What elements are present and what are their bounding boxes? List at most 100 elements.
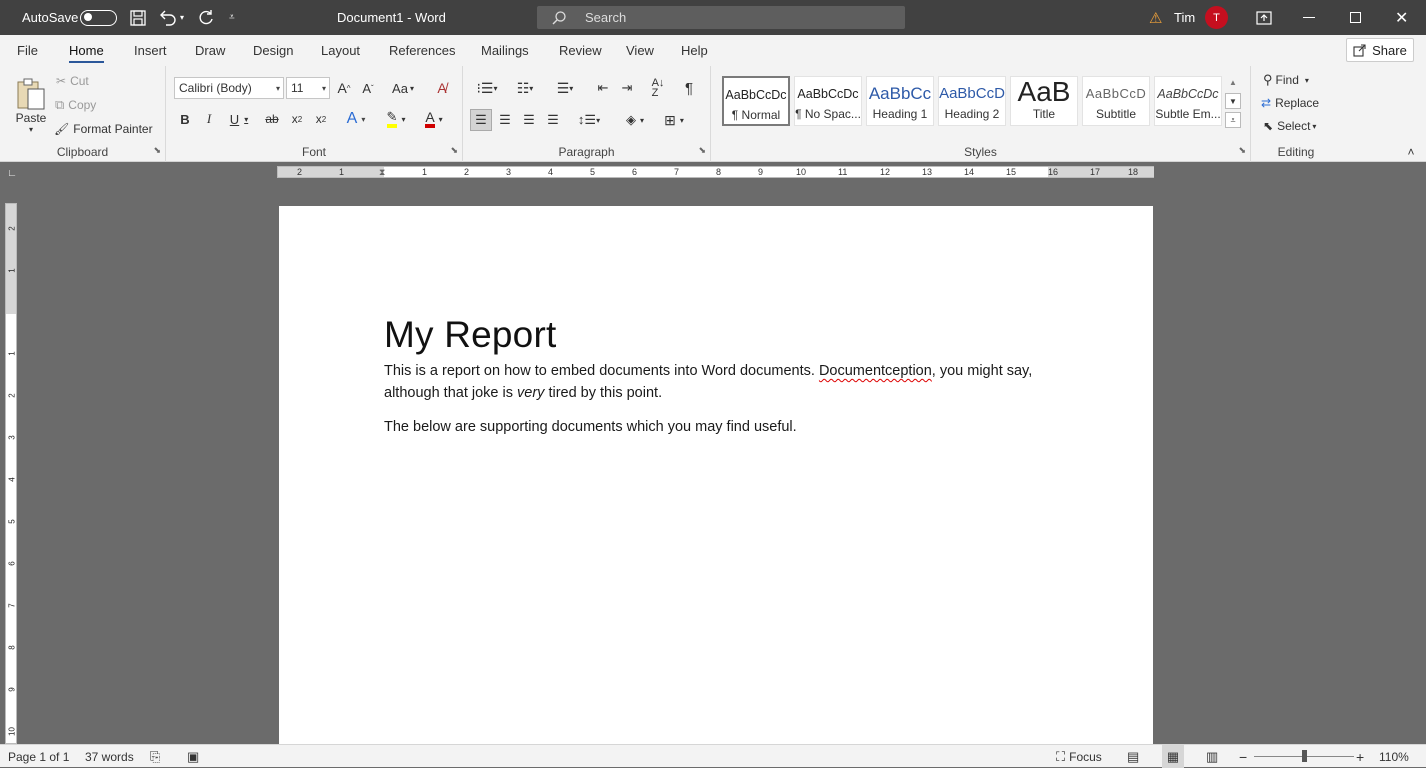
tab-insert[interactable]: Insert (134, 35, 167, 66)
document-page[interactable]: My Report This is a report on how to emb… (279, 206, 1153, 744)
collapse-ribbon-icon[interactable]: ˄ (1404, 145, 1418, 159)
copy-button[interactable]: ⧉ Copy (55, 96, 96, 114)
tab-review[interactable]: Review (559, 35, 602, 66)
shrink-font-icon[interactable]: Aˇ (358, 78, 378, 98)
misspelled-word[interactable]: Documentception (819, 363, 932, 379)
align-right-icon[interactable]: ☰ (519, 109, 539, 131)
line-spacing-icon[interactable]: ↕☰ ▾ (573, 109, 605, 131)
search-box[interactable]: Search (537, 6, 905, 29)
tab-mailings[interactable]: Mailings (481, 35, 529, 66)
style-heading-2[interactable]: AaBbCcD Heading 2 (938, 76, 1006, 126)
read-mode-icon[interactable]: ▤ (1127, 745, 1139, 768)
macro-recording-icon[interactable]: ▣ (187, 745, 199, 768)
maximize-icon[interactable] (1350, 0, 1361, 35)
page-count[interactable]: Page 1 of 1 (8, 745, 69, 768)
style-subtle-emphasis[interactable]: AaBbCcDc Subtle Em... (1154, 76, 1222, 126)
minimize-icon[interactable] (1303, 0, 1315, 35)
font-family-value: Calibri (Body) (179, 81, 252, 95)
tab-help[interactable]: Help (681, 35, 708, 66)
font-family-select[interactable]: Calibri (Body) ▾ (174, 77, 284, 99)
redo-icon[interactable] (197, 0, 215, 35)
bold-icon[interactable]: B (176, 109, 194, 129)
styles-scroll-up-icon[interactable]: ▲ (1225, 74, 1241, 90)
customize-toolbar-icon[interactable]: ⩡ (229, 0, 235, 35)
warning-icon[interactable]: ⚠ (1149, 0, 1162, 35)
tab-draw[interactable]: Draw (195, 35, 225, 66)
paragraph-1[interactable]: This is a report on how to embed documen… (384, 360, 1034, 404)
styles-more-icon[interactable]: ⩡ (1225, 112, 1241, 128)
numbering-icon[interactable]: ☷ ▾ (509, 78, 541, 98)
focus-button[interactable]: ⛶ Focus (1056, 745, 1102, 768)
style-subtitle[interactable]: AaBbCcD Subtitle (1082, 76, 1150, 126)
superscript-icon[interactable]: x2 (312, 109, 330, 129)
cut-button[interactable]: ✂ Cut (56, 72, 89, 90)
tab-file[interactable]: File (17, 35, 38, 66)
align-left-icon[interactable]: ☰ (470, 109, 492, 131)
zoom-slider-thumb[interactable] (1302, 750, 1307, 762)
web-layout-icon[interactable]: ▥ (1206, 745, 1218, 768)
paste-button[interactable]: Paste ▾ (10, 70, 52, 140)
save-icon[interactable] (129, 0, 147, 35)
zoom-in-icon[interactable]: + (1356, 745, 1364, 768)
font-launcher-icon[interactable]: ⬊ (450, 145, 458, 156)
tab-home[interactable]: Home (69, 35, 104, 66)
style-title[interactable]: AaB Title (1010, 76, 1078, 126)
document-title-text[interactable]: My Report (384, 314, 556, 356)
grow-font-icon[interactable]: A ^ (334, 78, 354, 98)
zoom-level[interactable]: 110% (1379, 745, 1409, 768)
justify-icon[interactable]: ☰ (543, 109, 563, 131)
tab-references[interactable]: References (389, 35, 455, 66)
align-center-icon[interactable]: ☰ (495, 109, 515, 131)
proofing-icon[interactable]: ⎘ (150, 745, 160, 768)
clipboard-launcher-icon[interactable]: ⬊ (153, 145, 161, 156)
strikethrough-icon[interactable]: ab (262, 109, 282, 129)
shading-icon[interactable]: ◈ ▾ (619, 109, 651, 131)
share-button[interactable]: Share (1346, 38, 1414, 62)
tab-view[interactable]: View (626, 35, 654, 66)
select-button[interactable]: ⬉ Select ▾ (1263, 116, 1316, 136)
italic-icon[interactable]: I (200, 109, 218, 129)
tab-design[interactable]: Design (253, 35, 293, 66)
indent-marker-icon[interactable]: ⧗ (379, 167, 385, 178)
bullets-icon[interactable]: ⁝☰ ▾ (471, 78, 503, 98)
autosave-toggle[interactable] (80, 9, 117, 26)
style-no-spacing[interactable]: AaBbCcDc ¶ No Spac... (794, 76, 862, 126)
print-layout-icon[interactable]: ▦ (1162, 745, 1184, 768)
subscript-icon[interactable]: x2 (288, 109, 306, 129)
multilevel-list-icon[interactable]: ☰ ▾ (549, 78, 581, 98)
tab-layout[interactable]: Layout (321, 35, 360, 66)
tab-selector-icon[interactable]: ∟ (6, 167, 18, 179)
paragraph-launcher-icon[interactable]: ⬊ (698, 145, 706, 156)
styles-launcher-icon[interactable]: ⬊ (1238, 145, 1246, 156)
format-painter-button[interactable]: 🖌 Format Painter (54, 120, 153, 138)
change-case-icon[interactable]: Aa ▾ (388, 78, 418, 98)
font-size-select[interactable]: 11 ▾ (286, 77, 330, 99)
ribbon-display-options-icon[interactable] (1256, 0, 1272, 35)
vertical-ruler[interactable]: 2 1 1 2 3 4 5 6 7 8 9 10 (5, 203, 17, 744)
undo-icon[interactable]: ▾ (158, 0, 184, 35)
ruler-label: 8 (7, 645, 17, 650)
find-button[interactable]: ⚲ Find ▾ (1263, 70, 1309, 90)
paragraph-2[interactable]: The below are supporting documents which… (384, 416, 1034, 438)
sort-icon[interactable]: A↓ Z (648, 78, 668, 99)
close-icon[interactable]: ✕ (1395, 0, 1408, 35)
style-heading-1[interactable]: AaBbCc Heading 1 (866, 76, 934, 126)
replace-button[interactable]: ⇄ Replace (1261, 93, 1319, 113)
zoom-out-icon[interactable]: − (1239, 745, 1247, 768)
borders-icon[interactable]: ⊞ ▾ (658, 109, 690, 131)
styles-scroll-down-icon[interactable]: ▼ (1225, 93, 1241, 109)
horizontal-ruler[interactable]: 2 1 1 2 3 4 5 6 7 8 9 10 11 12 13 14 15 … (277, 166, 1154, 178)
avatar[interactable]: T (1205, 6, 1228, 29)
text-effects-icon[interactable]: A ▾ (340, 109, 372, 129)
clear-formatting-icon[interactable]: A̸ (432, 78, 452, 98)
show-formatting-marks-icon[interactable]: ¶ (679, 78, 699, 98)
user-name[interactable]: Tim (1174, 0, 1195, 35)
word-count[interactable]: 37 words (85, 745, 134, 768)
increase-indent-icon[interactable]: ⇥ (617, 78, 637, 98)
style-preview: AaBbCcDc (725, 88, 787, 102)
decrease-indent-icon[interactable]: ⇤ (593, 78, 613, 98)
underline-icon[interactable]: U ▾ (224, 109, 254, 129)
font-color-icon[interactable]: A ▾ (418, 109, 450, 129)
style-normal[interactable]: AaBbCcDc ¶ Normal (722, 76, 790, 126)
highlight-color-icon[interactable]: ✎ ▾ (380, 109, 412, 129)
